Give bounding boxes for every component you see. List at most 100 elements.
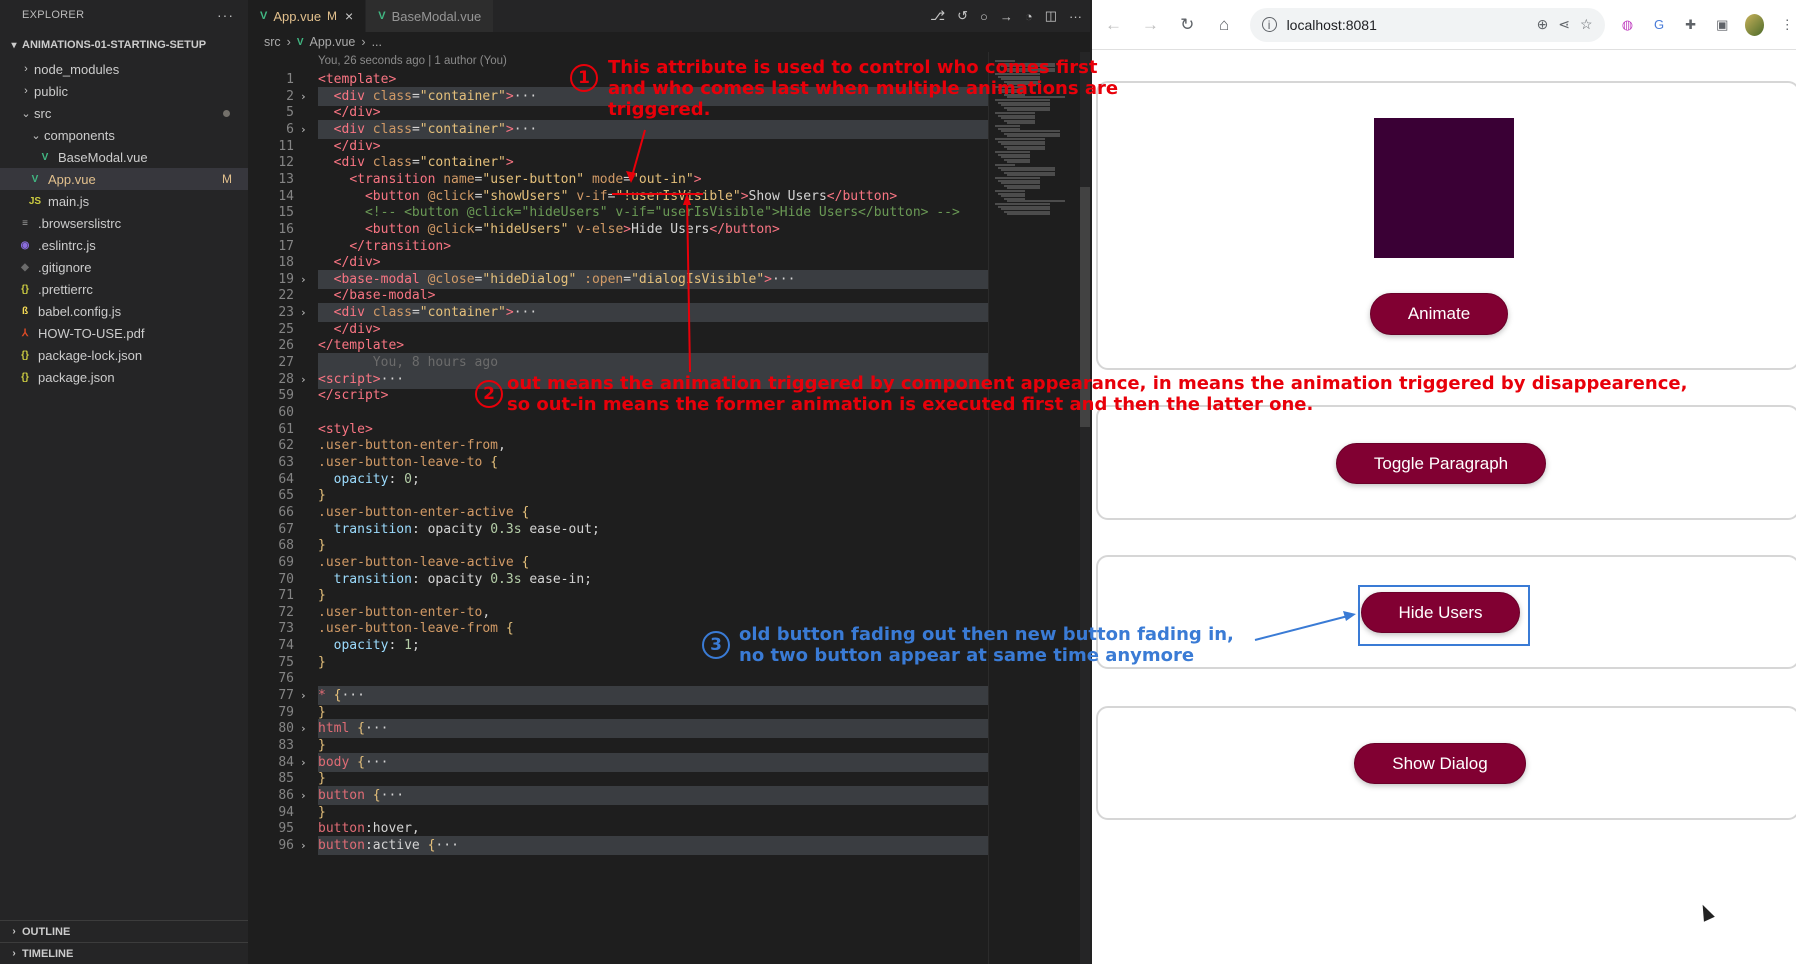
close-icon[interactable]: × xyxy=(345,8,353,24)
annotation-1-text: This attribute is used to control who co… xyxy=(608,57,1119,120)
zoom-icon[interactable]: ⊕ xyxy=(1537,16,1549,33)
show-dialog-button[interactable]: Show Dialog xyxy=(1354,743,1526,784)
project-root[interactable]: ▾ ANIMATIONS-01-STARTING-SETUP xyxy=(0,32,248,58)
home-icon[interactable]: ⌂ xyxy=(1213,12,1236,38)
forward-icon[interactable]: → xyxy=(1139,12,1162,38)
tree-item-label: .eslintrc.js xyxy=(38,237,96,253)
vue-file-icon: V xyxy=(31,173,39,185)
tree-item[interactable]: ß babel.config.js xyxy=(0,300,248,322)
outline-label: OUTLINE xyxy=(22,925,71,938)
line-number: 96 xyxy=(278,837,294,853)
tree-item-label: src xyxy=(34,105,52,121)
annotation-3-number: 3 xyxy=(702,631,730,659)
tree-item[interactable]: ≡ .browserslistrc xyxy=(0,212,248,234)
share-icon[interactable]: ⋖ xyxy=(1558,16,1570,33)
tree-item[interactable]: {} package-lock.json xyxy=(0,344,248,366)
more-actions-icon[interactable]: ··· xyxy=(1069,9,1082,24)
minimap[interactable] xyxy=(988,52,1080,964)
timeline-section[interactable]: › TIMELINE xyxy=(0,942,248,964)
source-control-icon[interactable]: ⎇ xyxy=(930,8,945,24)
tree-item[interactable]: ⌄ src xyxy=(0,102,248,124)
chevron-right-icon: › xyxy=(361,35,366,49)
tree-item-label: HOW-TO-USE.pdf xyxy=(38,325,145,341)
tree-item[interactable]: JS main.js xyxy=(0,190,248,212)
profile-avatar[interactable] xyxy=(1745,13,1765,36)
minimap-line xyxy=(1007,213,1050,216)
eslint-file-icon: ◉ xyxy=(20,239,30,251)
url-text[interactable]: localhost:8081 xyxy=(1287,17,1377,33)
pdf-file-icon: ⅄ xyxy=(21,327,29,339)
editor-area: V App.vue M × V BaseModal.vue ⎇ ↺ ○ → ◔ … xyxy=(248,0,1090,964)
tree-item-label: BaseModal.vue xyxy=(58,149,148,165)
back-icon[interactable]: ← xyxy=(1102,12,1125,38)
tree-item[interactable]: ⅄ HOW-TO-USE.pdf xyxy=(0,322,248,344)
tree-item-label: public xyxy=(34,83,68,99)
tree-item[interactable]: {} .prettierrc xyxy=(0,278,248,300)
editor-actions: ⎇ ↺ ○ → ◔ ◫ ··· xyxy=(930,0,1082,32)
address-bar[interactable]: i localhost:8081 ⊕ ⋖ ☆ xyxy=(1249,7,1605,42)
site-info-icon[interactable]: i xyxy=(1261,17,1277,32)
babel-file-icon: ß xyxy=(21,305,29,317)
annotation-2-number: 2 xyxy=(475,380,503,408)
tree-item[interactable]: V App.vue M xyxy=(0,168,248,190)
json-file-icon: {} xyxy=(21,349,29,361)
breadcrumb-file[interactable]: App.vue xyxy=(310,35,356,49)
modified-dot-icon xyxy=(223,110,230,117)
tree-item[interactable]: ◉ .eslintrc.js xyxy=(0,234,248,256)
git-file-icon: ◆ xyxy=(21,261,29,273)
menu-kebab-icon[interactable]: ⋮ xyxy=(1778,15,1796,35)
editor-tabs: V App.vue M × V BaseModal.vue ⎇ ↺ ○ → ◔ … xyxy=(248,0,1090,32)
side-panel-icon[interactable]: ▣ xyxy=(1713,15,1731,35)
tab-label: BaseModal.vue xyxy=(391,8,482,24)
animate-button[interactable]: Animate xyxy=(1370,293,1508,335)
conf-file-icon: ≡ xyxy=(22,217,28,229)
tab-app-vue[interactable]: V App.vue M × xyxy=(248,0,367,32)
editor-scrollbar[interactable] xyxy=(1080,52,1090,964)
toggle-paragraph-button[interactable]: Toggle Paragraph xyxy=(1336,443,1546,484)
tab-basemodal-vue[interactable]: V BaseModal.vue xyxy=(366,0,495,32)
chevron-down-icon: ⌄ xyxy=(21,107,31,120)
code-line[interactable]: 96 › button:active {··· xyxy=(248,835,988,855)
tree-item[interactable]: V BaseModal.vue xyxy=(0,146,248,168)
project-name: ANIMATIONS-01-STARTING-SETUP xyxy=(22,39,207,51)
timeline-icon[interactable]: ◔ xyxy=(1025,9,1033,24)
tree-item-label: components xyxy=(44,127,115,143)
split-editor-icon[interactable]: ◫ xyxy=(1045,8,1057,24)
more-actions-icon[interactable]: ··· xyxy=(217,7,234,23)
bookmark-star-icon[interactable]: ☆ xyxy=(1580,16,1593,33)
fold-chevron-icon[interactable]: › xyxy=(300,836,307,855)
tree-item[interactable]: ⌄ components xyxy=(0,124,248,146)
extensions-puzzle-icon[interactable]: ✚ xyxy=(1682,15,1700,35)
tree-item-label: main.js xyxy=(48,193,90,209)
tree-item[interactable]: ◆ .gitignore xyxy=(0,256,248,278)
chevron-right-icon: › xyxy=(12,948,16,959)
vue-file-icon: V xyxy=(296,36,304,48)
tree-item-label: .browserslistrc xyxy=(38,215,122,231)
chevron-down-icon: ▾ xyxy=(11,39,17,51)
breadcrumb: src › V App.vue › ... xyxy=(248,32,1090,52)
vue-file-icon: V xyxy=(378,10,386,22)
tree-item-label: .prettierrc xyxy=(38,281,93,297)
tree-item-label: node_modules xyxy=(34,61,120,77)
tree-item-label: App.vue xyxy=(48,171,96,187)
next-change-icon[interactable]: → xyxy=(1000,9,1013,24)
breadcrumb-folder[interactable]: src xyxy=(264,35,281,49)
reload-icon[interactable]: ↻ xyxy=(1176,12,1199,38)
file-tree: › node_modules › public ⌄ src ⌄ components V Base… xyxy=(0,58,248,388)
tree-item[interactable]: › public xyxy=(0,80,248,102)
translate-icon[interactable]: G xyxy=(1650,15,1668,35)
revert-icon[interactable]: ↺ xyxy=(957,8,968,24)
annotation-2-text: out means the animation triggered by com… xyxy=(507,373,1688,415)
breadcrumb-more[interactable]: ... xyxy=(372,35,382,49)
extension-icon[interactable]: ◍ xyxy=(1619,15,1637,35)
tree-item[interactable]: {} package.json xyxy=(0,366,248,388)
outline-section[interactable]: › OUTLINE xyxy=(0,920,248,942)
tab-label: App.vue xyxy=(273,8,322,24)
modified-badge: M xyxy=(327,9,338,23)
code-editor[interactable]: 1 <template> 2 › <div class="container">···… xyxy=(248,70,988,964)
tree-item-label: package-lock.json xyxy=(38,347,143,363)
tree-item-label: package.json xyxy=(38,369,115,385)
modified-badge: M xyxy=(222,172,232,186)
tree-item[interactable]: › node_modules xyxy=(0,58,248,80)
previous-change-icon[interactable]: ○ xyxy=(980,9,988,24)
